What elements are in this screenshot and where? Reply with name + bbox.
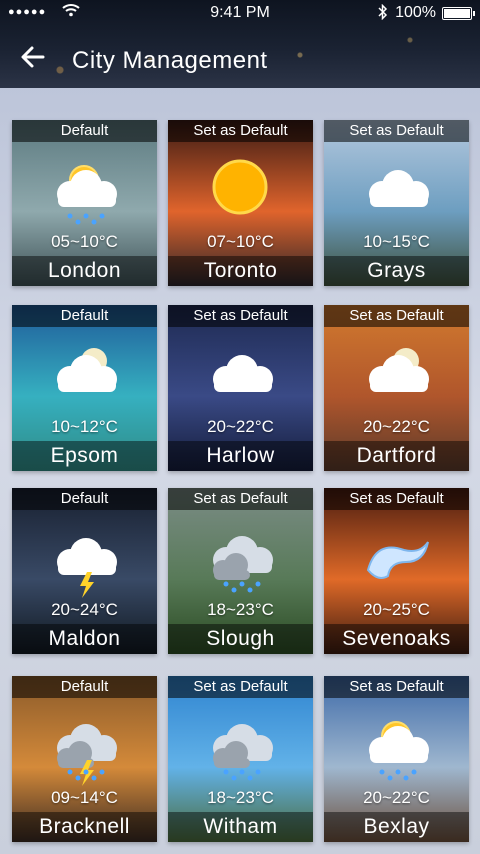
city-card-sevenoaks[interactable]: Set as Default 20~25°C Sevenoaks <box>324 488 469 654</box>
city-card-london[interactable]: Default 05~10°C London <box>12 120 157 286</box>
default-label[interactable]: Default <box>12 676 157 698</box>
default-label[interactable]: Default <box>12 488 157 510</box>
city-name: Harlow <box>168 441 313 471</box>
city-name: Sevenoaks <box>324 624 469 654</box>
temperature-range: 20~22°C <box>363 417 430 436</box>
weather-sun-cloud-rain-icon <box>324 698 469 788</box>
default-label[interactable]: Set as Default <box>168 305 313 327</box>
temperature-range: 18~23°C <box>207 600 274 619</box>
app-header: ●●●●● 9:41 PM 100% City Management <box>0 0 480 88</box>
default-label[interactable]: Set as Default <box>168 676 313 698</box>
default-label[interactable]: Default <box>12 120 157 142</box>
temperature-range: 20~25°C <box>363 600 430 619</box>
weather-cloud-icon <box>168 327 313 417</box>
city-card-grays[interactable]: Set as Default 10~15°C Grays <box>324 120 469 286</box>
city-card-toronto[interactable]: Set as Default 07~10°C Toronto <box>168 120 313 286</box>
temperature-range: 07~10°C <box>207 232 274 251</box>
weather-cloud-rain-icon <box>168 510 313 600</box>
city-name: Toronto <box>168 256 313 286</box>
weather-moon-cloud-icon <box>12 327 157 417</box>
bluetooth-icon <box>378 3 388 23</box>
city-name: Grays <box>324 256 469 286</box>
city-name: Bracknell <box>12 812 157 842</box>
city-card-harlow[interactable]: Set as Default 20~22°C Harlow <box>168 305 313 471</box>
city-name: Maldon <box>12 624 157 654</box>
city-card-epsom[interactable]: Default 10~12°C Epsom <box>12 305 157 471</box>
city-name: Dartford <box>324 441 469 471</box>
city-name: Slough <box>168 624 313 654</box>
battery-icon <box>442 7 475 20</box>
battery-percent: 100% <box>395 4 436 21</box>
weather-cloud-rain-icon <box>168 698 313 788</box>
city-name: Witham <box>168 812 313 842</box>
city-card-dartford[interactable]: Set as Default 20~22°C Dartford <box>324 305 469 471</box>
city-name: Epsom <box>12 441 157 471</box>
temperature-range: 20~22°C <box>363 788 430 807</box>
temperature-range: 20~22°C <box>207 417 274 436</box>
city-card-maldon[interactable]: Default 20~24°C Maldon <box>12 488 157 654</box>
default-label[interactable]: Set as Default <box>324 120 469 142</box>
temperature-range: 09~14°C <box>51 788 118 807</box>
weather-wind-icon <box>324 510 469 600</box>
temperature-range: 05~10°C <box>51 232 118 251</box>
back-button[interactable] <box>20 44 50 74</box>
weather-moon-cloud-icon <box>324 327 469 417</box>
temperature-range: 10~15°C <box>363 232 430 251</box>
city-name: Bexlay <box>324 812 469 842</box>
default-label[interactable]: Set as Default <box>324 676 469 698</box>
default-label[interactable]: Set as Default <box>324 488 469 510</box>
weather-cloud-icon <box>324 142 469 232</box>
city-card-witham[interactable]: Set as Default 18~23°C Witham <box>168 676 313 842</box>
city-card-bracknell[interactable]: Default 09~14°C Bracknell <box>12 676 157 842</box>
default-label[interactable]: Set as Default <box>324 305 469 327</box>
arrow-left-icon <box>21 46 45 68</box>
status-bar: ●●●●● 9:41 PM 100% <box>0 0 480 26</box>
weather-storm-icon <box>12 510 157 600</box>
weather-storm-cloud-icon <box>12 698 157 788</box>
city-name: London <box>12 256 157 286</box>
temperature-range: 20~24°C <box>51 600 118 619</box>
default-label[interactable]: Set as Default <box>168 488 313 510</box>
default-label[interactable]: Default <box>12 305 157 327</box>
weather-sun-cloud-rain-icon <box>12 142 157 232</box>
temperature-range: 10~12°C <box>51 417 118 436</box>
city-card-slough[interactable]: Set as Default 18~23°C Slough <box>168 488 313 654</box>
weather-sun-icon <box>168 142 313 232</box>
default-label[interactable]: Set as Default <box>168 120 313 142</box>
temperature-range: 18~23°C <box>207 788 274 807</box>
city-card-bexlay[interactable]: Set as Default 20~22°C Bexlay <box>324 676 469 842</box>
page-title: City Management <box>72 47 268 74</box>
